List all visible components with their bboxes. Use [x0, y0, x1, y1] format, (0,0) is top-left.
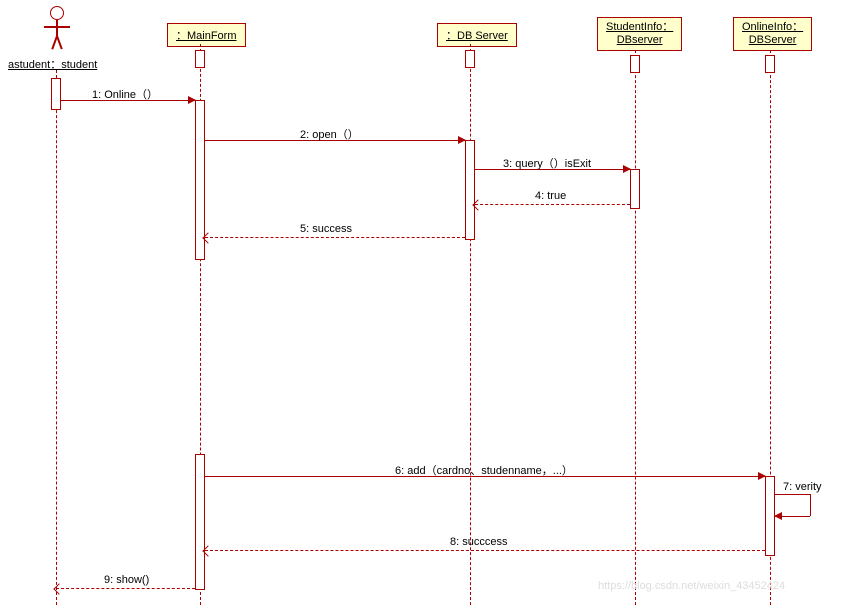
- activation-studentinfo-1: [630, 169, 640, 209]
- msg-5-label: 5: success: [300, 223, 352, 235]
- msg-6-label: 6: add（cardno、studenname，...）: [395, 462, 573, 478]
- msg-9-arrow: [56, 588, 195, 589]
- activation-dbserver-head: [465, 50, 475, 68]
- lifeline-studentinfo: StudentInfo：DBserver: [597, 17, 682, 51]
- activation-onlineinfo-head: [765, 55, 775, 73]
- activation-dbserver-1: [465, 140, 475, 240]
- msg-9-label: 9: show(): [104, 574, 149, 586]
- lifeline-dbserver: ：DB Server: [437, 23, 517, 47]
- activation-mainform-head: [195, 50, 205, 68]
- msg-7-label: 7: verity: [783, 481, 822, 493]
- msg-3-label: 3: query（）isExit: [503, 155, 591, 171]
- msg-1-label: 1: Online（）: [92, 86, 158, 102]
- msg-4-label: 4: true: [535, 190, 566, 202]
- msg-4-arrow: [475, 204, 630, 205]
- lifeline-dbserver-line: [470, 44, 471, 605]
- lifeline-mainform: ：MainForm: [167, 23, 246, 47]
- msg-2-label: 2: open（）: [300, 126, 359, 142]
- msg-5-arrow: [205, 237, 465, 238]
- lifeline-actor-line: [56, 70, 57, 605]
- actor-label: astudent：student: [8, 56, 97, 72]
- msg-8-arrow: [205, 550, 765, 551]
- lifeline-onlineinfo: OnlineInfo：DBServer: [733, 17, 812, 51]
- activation-mainform-2: [195, 454, 205, 590]
- lifeline-studentinfo-line: [635, 50, 636, 605]
- watermark: https://blog.csdn.net/weixin_43452424: [598, 580, 785, 592]
- activation-actor-1: [51, 78, 61, 110]
- activation-studentinfo-head: [630, 55, 640, 73]
- msg-8-label: 8: succcess: [450, 536, 507, 548]
